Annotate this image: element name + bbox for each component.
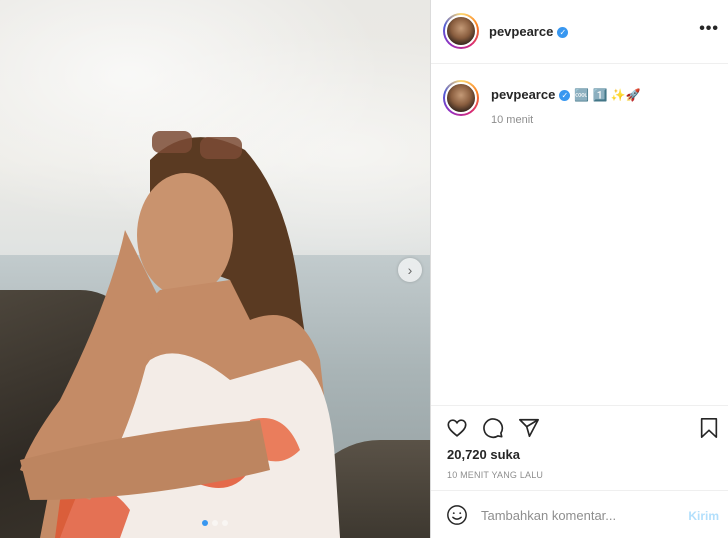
like-button[interactable] <box>445 416 469 440</box>
post-actions: 20,720 suka 10 MENIT YANG LALU <box>431 405 728 490</box>
post-comment-button[interactable]: Kirim <box>688 509 719 523</box>
send-icon <box>519 418 539 438</box>
emoji-button[interactable] <box>445 503 469 527</box>
carousel-dot <box>212 520 218 526</box>
more-horizontal-icon: ••• <box>699 20 719 37</box>
share-button[interactable] <box>517 416 541 440</box>
heart-icon <box>447 419 467 437</box>
caption-text: pevpearce ✓ 🆒 1️⃣ ✨🚀 <box>491 87 641 102</box>
post-timestamp[interactable]: 10 MENIT YANG LALU <box>447 470 543 480</box>
post-side-panel: pevpearce ✓ ••• pevpearce ✓ 🆒 1️⃣ ✨🚀 10 men… <box>430 0 728 538</box>
chevron-right-icon: › <box>407 262 413 278</box>
carousel-dot <box>222 520 228 526</box>
avatar[interactable] <box>443 13 479 49</box>
bookmark-icon <box>700 418 718 438</box>
next-slide-button[interactable]: › <box>398 258 422 282</box>
save-button[interactable] <box>697 416 721 440</box>
caption-username[interactable]: pevpearce <box>491 87 555 102</box>
verified-badge-icon: ✓ <box>559 90 571 102</box>
comment-form: Kirim <box>431 490 728 538</box>
post-username[interactable]: pevpearce ✓ <box>489 24 569 39</box>
post-header: pevpearce ✓ ••• <box>431 0 728 64</box>
carousel-dot <box>202 520 208 526</box>
comment-input[interactable] <box>481 506 671 524</box>
username-text[interactable]: pevpearce <box>489 24 553 39</box>
post-photo[interactable]: › <box>0 0 430 538</box>
smiley-icon <box>447 505 467 525</box>
comment-button[interactable] <box>481 416 505 440</box>
caption-avatar[interactable] <box>443 80 479 116</box>
verified-badge-icon: ✓ <box>557 27 569 39</box>
carousel-indicator <box>202 520 228 526</box>
photo-person <box>20 131 340 538</box>
comment-icon <box>483 418 504 439</box>
likes-count[interactable]: 20,720 suka <box>447 447 520 462</box>
caption-emojis: 🆒 1️⃣ ✨🚀 <box>574 88 641 102</box>
caption-timestamp[interactable]: 10 menit <box>491 114 533 126</box>
more-options-button[interactable]: ••• <box>699 20 719 38</box>
